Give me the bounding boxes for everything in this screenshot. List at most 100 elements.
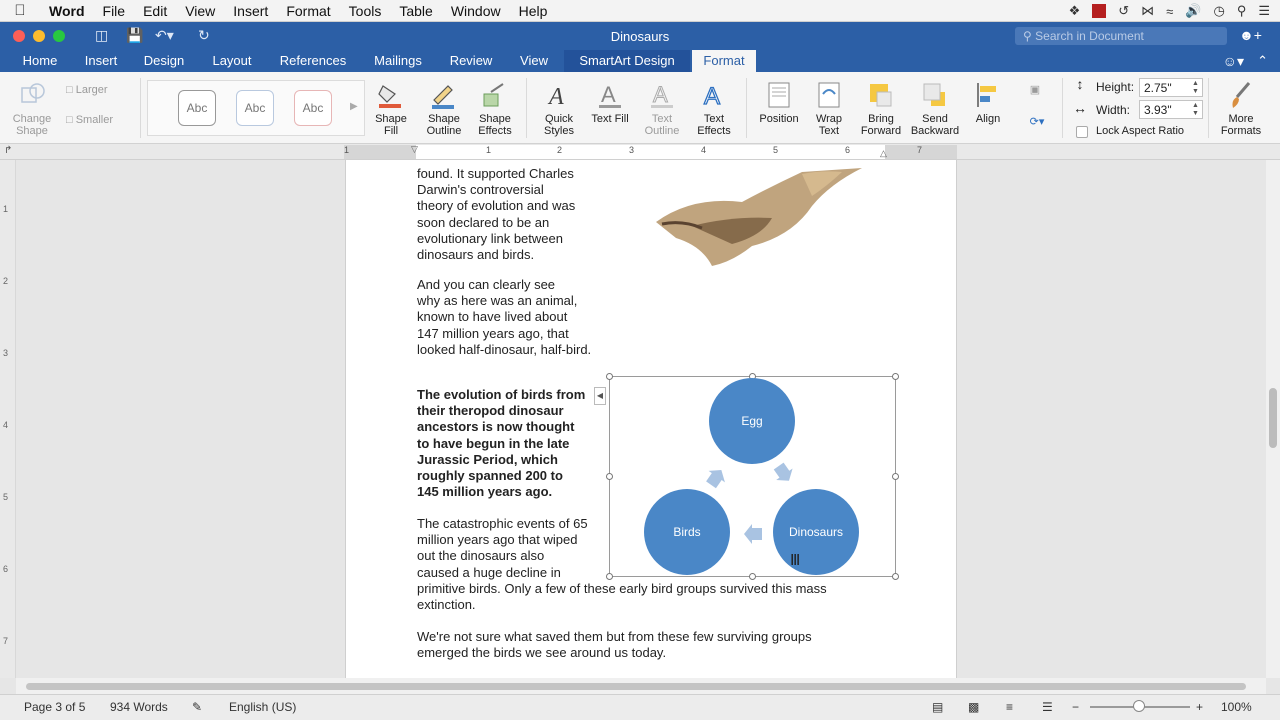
resize-handle-s[interactable] bbox=[749, 573, 756, 580]
change-shape-button[interactable]: Change Shape bbox=[6, 80, 58, 137]
menu-view[interactable]: View bbox=[176, 3, 224, 19]
language[interactable]: English (US) bbox=[229, 700, 296, 714]
dropbox-icon[interactable]: ❖ bbox=[1069, 3, 1081, 19]
feedback-smiley-icon[interactable]: ☺▾ bbox=[1223, 53, 1244, 70]
larger-button[interactable]: □ Larger bbox=[66, 84, 126, 96]
time-machine-icon[interactable]: ↺ bbox=[1118, 3, 1129, 19]
app-status-icon[interactable] bbox=[1092, 4, 1107, 18]
menu-file[interactable]: File bbox=[94, 3, 135, 19]
shape-effects-button[interactable]: Shape Effects bbox=[470, 80, 520, 137]
menu-word[interactable]: Word bbox=[40, 3, 94, 19]
ruler-number: 1 bbox=[486, 145, 492, 155]
position-button[interactable]: Position bbox=[752, 80, 806, 125]
wrap-text-button[interactable]: Wrap Text bbox=[806, 80, 852, 137]
shape-fill-button[interactable]: Shape Fill bbox=[368, 80, 414, 137]
menu-help[interactable]: Help bbox=[510, 3, 557, 19]
menu-tools[interactable]: Tools bbox=[340, 3, 391, 19]
proofing-icon[interactable]: ✎ bbox=[192, 700, 202, 714]
print-layout-view-icon[interactable]: ▤ bbox=[932, 700, 943, 714]
spotlight-search-icon[interactable]: ⚲ bbox=[1237, 3, 1247, 19]
menu-window[interactable]: Window bbox=[442, 3, 510, 19]
zoom-out-icon[interactable]: − bbox=[1072, 700, 1079, 714]
tab-layout[interactable]: Layout bbox=[204, 50, 260, 72]
cycle-arrow-birds-to-egg-icon bbox=[706, 470, 725, 489]
lock-aspect-checkbox[interactable] bbox=[1076, 126, 1088, 138]
smaller-icon: □ bbox=[66, 114, 73, 126]
tab-review[interactable]: Review bbox=[442, 50, 500, 72]
archaeopteryx-image[interactable] bbox=[652, 166, 868, 278]
tab-home[interactable]: Home bbox=[12, 50, 68, 72]
vertical-scrollbar[interactable] bbox=[1266, 160, 1280, 678]
text-pane-toggle-icon[interactable]: ◀ bbox=[594, 387, 606, 405]
zoom-level[interactable]: 100% bbox=[1221, 700, 1252, 714]
word-count[interactable]: 934 Words bbox=[110, 700, 168, 714]
horizontal-scroll-thumb[interactable] bbox=[26, 683, 1246, 690]
tab-format[interactable]: Format bbox=[692, 50, 756, 72]
width-stepper-icon[interactable]: ▲ ▼ bbox=[1192, 102, 1199, 118]
tab-mailings[interactable]: Mailings bbox=[366, 50, 430, 72]
smaller-button[interactable]: □ Smaller bbox=[66, 114, 132, 126]
shape-style-3[interactable]: Abc bbox=[294, 90, 332, 126]
text-fill-button[interactable]: A Text Fill bbox=[586, 80, 634, 125]
align-button[interactable]: Align bbox=[966, 80, 1010, 125]
text-outline-button[interactable]: A Text Outline bbox=[638, 80, 686, 138]
bluetooth-icon[interactable]: ⋈ bbox=[1141, 3, 1154, 19]
shape-outline-button[interactable]: Shape Outline bbox=[418, 80, 470, 137]
shape-style-2[interactable]: Abc bbox=[236, 90, 274, 126]
tab-smartart-design[interactable]: SmartArt Design bbox=[564, 50, 690, 72]
height-stepper-icon[interactable]: ▲ ▼ bbox=[1192, 80, 1199, 96]
resize-handle-se[interactable] bbox=[892, 573, 899, 580]
tab-design[interactable]: Design bbox=[136, 50, 192, 72]
outline-view-icon[interactable]: ≡ bbox=[1006, 700, 1013, 714]
menu-table[interactable]: Table bbox=[390, 3, 441, 19]
gallery-more-arrow-icon[interactable]: ▶ bbox=[350, 101, 358, 112]
draft-view-icon[interactable]: ☰ bbox=[1042, 700, 1053, 714]
smartart-node-egg[interactable]: Egg bbox=[709, 378, 795, 464]
clock-icon[interactable]: ◷ bbox=[1213, 3, 1224, 19]
group-objects-icon[interactable]: ▣ bbox=[1024, 84, 1046, 96]
shape-style-1[interactable]: Abc bbox=[178, 90, 216, 126]
tab-view[interactable]: View bbox=[510, 50, 558, 72]
right-indent-marker-icon[interactable]: △ bbox=[880, 148, 887, 159]
text-effects-button[interactable]: A Text Effects bbox=[690, 80, 738, 137]
collapse-ribbon-icon[interactable]: ⌃ bbox=[1257, 53, 1268, 69]
search-in-document-field[interactable]: ⚲ Search in Document bbox=[1015, 27, 1227, 45]
menu-insert[interactable]: Insert bbox=[224, 3, 277, 19]
menu-edit[interactable]: Edit bbox=[134, 3, 176, 19]
zoom-slider-knob[interactable] bbox=[1133, 700, 1145, 712]
rotate-icon[interactable]: ⟳▾ bbox=[1024, 116, 1050, 128]
resize-handle-w[interactable] bbox=[606, 473, 613, 480]
ribbon-divider bbox=[1062, 78, 1063, 138]
smartart-graphic[interactable]: ◀ Egg Dinosaurs Birds Ⅲ bbox=[594, 373, 899, 580]
bring-forward-button[interactable]: Bring Forward bbox=[856, 80, 906, 137]
wifi-icon[interactable]: ≈ bbox=[1166, 4, 1173, 19]
resize-handle-ne[interactable] bbox=[892, 373, 899, 380]
smartart-node-birds[interactable]: Birds bbox=[644, 489, 730, 575]
notification-list-icon[interactable]: ☰ bbox=[1258, 3, 1270, 19]
resize-handle-e[interactable] bbox=[892, 473, 899, 480]
vruler-number: 2 bbox=[3, 276, 9, 286]
send-backward-button[interactable]: Send Backward bbox=[908, 80, 962, 137]
zoom-in-icon[interactable]: + bbox=[1196, 700, 1203, 714]
apple-menu-icon[interactable]:  bbox=[0, 2, 40, 19]
first-line-indent-marker-icon[interactable]: ▽ bbox=[411, 144, 418, 155]
smartart-node-dinosaurs[interactable]: Dinosaurs bbox=[773, 489, 859, 575]
menu-format[interactable]: Format bbox=[277, 3, 339, 19]
larger-icon: □ bbox=[66, 84, 73, 96]
ribbon-format-panel: Change Shape □ Larger □ Smaller Abc Abc … bbox=[0, 72, 1280, 144]
share-person-icon[interactable]: ☻+ bbox=[1239, 27, 1262, 43]
change-shape-icon bbox=[21, 83, 45, 103]
tab-references[interactable]: References bbox=[270, 50, 356, 72]
horizontal-ruler[interactable]: ↱ 1 1 2 3 4 5 6 7 ▽ △ bbox=[0, 144, 1280, 160]
resize-handle-sw[interactable] bbox=[606, 573, 613, 580]
more-formats-button[interactable]: More Formats bbox=[1214, 80, 1268, 137]
vertical-scroll-thumb[interactable] bbox=[1269, 388, 1277, 448]
page-count[interactable]: Page 3 of 5 bbox=[24, 700, 85, 714]
volume-icon[interactable]: 🔊 bbox=[1185, 3, 1201, 19]
resize-handle-nw[interactable] bbox=[606, 373, 613, 380]
web-layout-view-icon[interactable]: ▩ bbox=[968, 700, 979, 714]
horizontal-scrollbar[interactable] bbox=[16, 678, 1266, 694]
tab-stop-selector-icon[interactable]: ↱ bbox=[4, 145, 12, 156]
tab-insert[interactable]: Insert bbox=[76, 50, 126, 72]
quick-styles-button[interactable]: A Quick Styles bbox=[534, 80, 584, 137]
